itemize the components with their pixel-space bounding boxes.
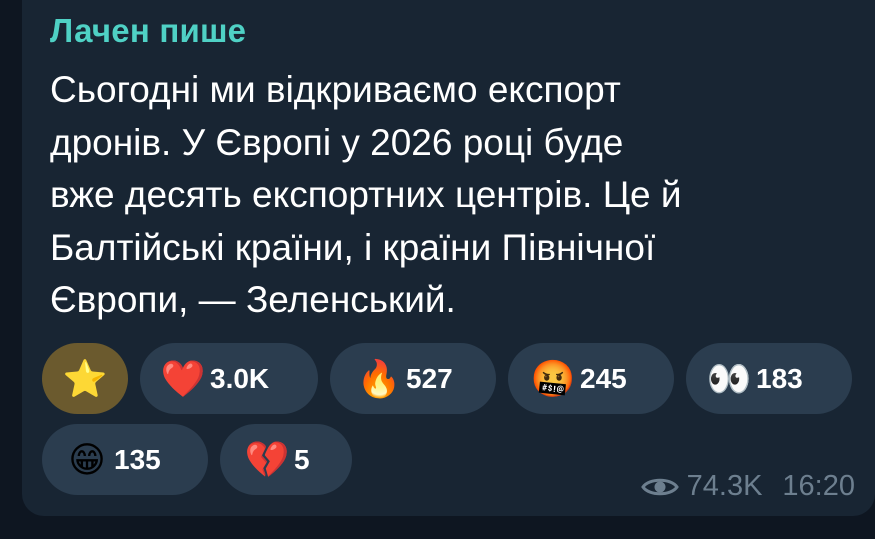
reaction-grin[interactable]: 😁 135 <box>42 424 208 495</box>
reaction-broken-heart[interactable]: 💔 5 <box>220 424 352 495</box>
grinning-face-icon: 😁 <box>68 438 106 480</box>
reaction-cursing[interactable]: 🤬 245 <box>508 343 674 414</box>
reaction-count: 183 <box>756 362 803 394</box>
views-count: 74.3K <box>686 470 763 502</box>
reaction-count: 527 <box>406 362 453 394</box>
reaction-star[interactable]: ⭐ <box>42 343 128 414</box>
message-bubble: Лачен пише Сьогодні ми відкриваємо експо… <box>22 0 875 516</box>
reaction-heart[interactable]: ❤️ 3.0K <box>140 343 318 414</box>
message-text: Сьогодні ми відкриваємо експорт дронів. … <box>50 69 682 320</box>
reaction-fire[interactable]: 🔥 527 <box>330 343 496 414</box>
message-meta: 74.3K 16:20 <box>640 470 855 503</box>
red-heart-icon: ❤️ <box>160 357 206 399</box>
author-name[interactable]: Лачен пише <box>50 12 246 50</box>
reaction-count: 245 <box>580 362 627 394</box>
star-icon: ⭐ <box>62 357 108 399</box>
fire-icon: 🔥 <box>356 357 402 399</box>
reaction-count: 135 <box>114 443 161 475</box>
reaction-count: 5 <box>294 443 310 475</box>
reaction-count: 3.0K <box>210 362 270 394</box>
broken-heart-icon: 💔 <box>244 438 290 480</box>
reaction-eyes[interactable]: 👀 183 <box>686 343 852 414</box>
eye-icon <box>640 478 679 495</box>
timestamp: 16:20 <box>782 470 855 502</box>
eyes-icon: 👀 <box>706 357 752 399</box>
cursing-face-icon: 🤬 <box>530 357 576 399</box>
